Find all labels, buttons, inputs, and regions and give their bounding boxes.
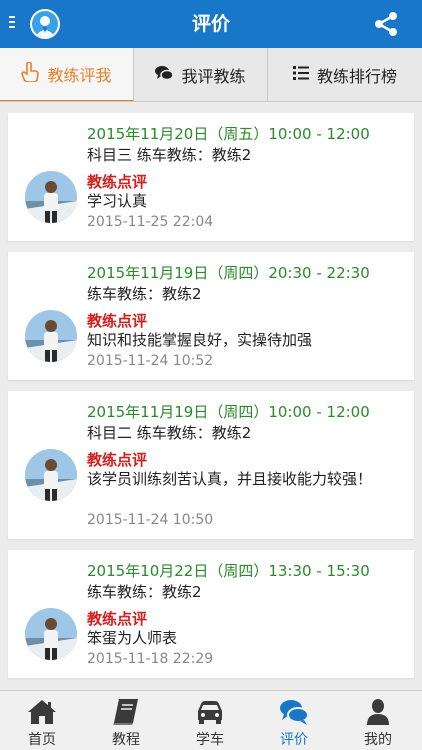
session-date: 2015年11月19日（周四）10:00 - 12:00 [87,403,370,421]
chat-icon [155,65,175,85]
coach-comment-label: 教练点评 [87,173,148,191]
person-icon [363,698,393,726]
coach-comment: 该学员训练刻苦认真，并且接收能力较强！ [87,470,373,488]
nav-label: 首页 [28,732,56,748]
coach-comment-label: 教练点评 [87,610,148,628]
tab-coach-ranking[interactable]: 教练排行榜 [268,48,422,102]
coach-comment: 笨蛋为人师表 [87,629,178,647]
car-icon [195,698,225,726]
tab-i-review-coach[interactable]: 我评教练 [134,48,268,102]
page-title: 评价 [191,13,230,35]
nav-tutorial[interactable]: 教程 [84,691,168,750]
comments-icon [279,698,309,726]
nav-label: 教程 [112,732,140,748]
comment-time: 2015-11-18 22:29 [87,651,214,667]
session-date: 2015年11月20日（周五）10:00 - 12:00 [87,125,370,143]
list-icon [292,65,309,85]
nav-learn-driving[interactable]: 学车 [168,691,252,750]
book-icon [111,698,141,726]
nav-label: 我的 [364,732,392,748]
comment-time: 2015-11-25 22:04 [87,214,214,230]
tab-label: 教练排行榜 [316,67,397,86]
session-date: 2015年10月22日（周四）13:30 - 15:30 [87,562,370,580]
tab-label: 我评教练 [181,67,246,86]
coach-comment-label: 教练点评 [87,451,148,469]
tab-divider [0,101,422,102]
tab-label: 教练评我 [47,66,112,85]
session-course: 科目二 练车教练：教练2 [87,424,252,442]
session-course: 练车教练：教练2 [87,583,202,601]
nav-home[interactable]: 首页 [0,691,84,750]
coach-comment: 学习认真 [87,192,148,210]
nav-label: 评价 [280,732,308,748]
session-course: 练车教练：教练2 [87,285,202,303]
review-card[interactable]: 2015年10月22日（周四）13:30 - 15:30 练车教练：教练2 教练… [8,550,414,678]
app-header: 评价 [0,0,422,48]
coach-comment-label: 教练点评 [87,312,148,330]
nav-label: 学车 [196,732,224,748]
comment-time: 2015-11-24 10:50 [87,512,214,528]
coach-photo [25,608,77,660]
coach-comment: 知识和技能掌握良好，实操待加强 [87,331,313,349]
share-icon[interactable] [372,10,400,38]
tab-coach-reviews-me[interactable]: 教练评我 [0,48,134,102]
session-date: 2015年11月19日（周四）20:30 - 22:30 [87,264,370,282]
review-card[interactable]: 2015年11月19日（周四）20:30 - 22:30 练车教练：教练2 教练… [8,252,414,380]
review-card[interactable]: 2015年11月19日（周四）10:00 - 12:00 科目二 练车教练：教练… [8,391,414,539]
review-tabs: 教练评我 我评教练 教练排行榜 [0,48,422,102]
session-course: 科目三 练车教练：教练2 [87,146,252,164]
coach-photo [25,310,77,362]
comment-time: 2015-11-24 10:52 [87,353,214,369]
bottom-nav: 首页 教程 学车 评价 我的 [0,690,422,750]
nav-mine[interactable]: 我的 [336,691,420,750]
hand-point-icon [21,61,40,86]
coach-photo [25,171,77,223]
home-icon [27,698,57,726]
nav-reviews[interactable]: 评价 [252,691,336,750]
review-card[interactable]: 2015年11月20日（周五）10:00 - 12:00 科目三 练车教练：教练… [8,113,414,241]
coach-photo [25,449,77,501]
